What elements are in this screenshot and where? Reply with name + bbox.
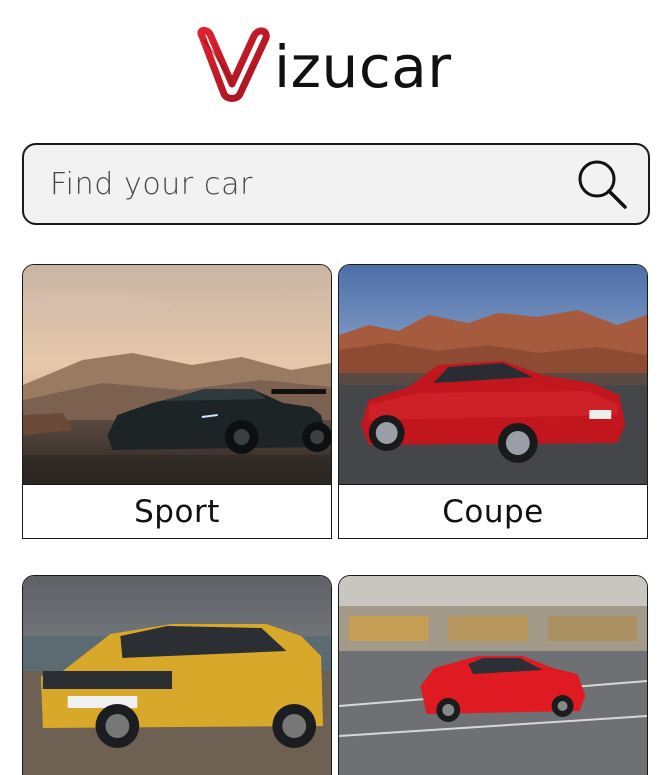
sedan-car-image [339, 576, 647, 775]
vizucar-logo[interactable]: izucar [196, 26, 480, 102]
coupe-car-image [339, 265, 647, 484]
category-label-coupe: Coupe [339, 484, 647, 538]
category-label-sport: Sport [23, 484, 331, 538]
category-card-suv[interactable] [22, 575, 332, 775]
suv-car-image [23, 576, 331, 775]
sport-car-image [23, 265, 331, 484]
category-card-sedan[interactable] [338, 575, 648, 775]
v-logo-mark-icon [197, 26, 270, 102]
category-card-sport[interactable]: Sport [22, 264, 332, 539]
search-icon[interactable] [572, 154, 632, 214]
search-bar [22, 143, 650, 225]
category-card-coupe[interactable]: Coupe [338, 264, 648, 539]
brand-name: izucar [274, 33, 452, 101]
search-input[interactable] [24, 144, 572, 224]
